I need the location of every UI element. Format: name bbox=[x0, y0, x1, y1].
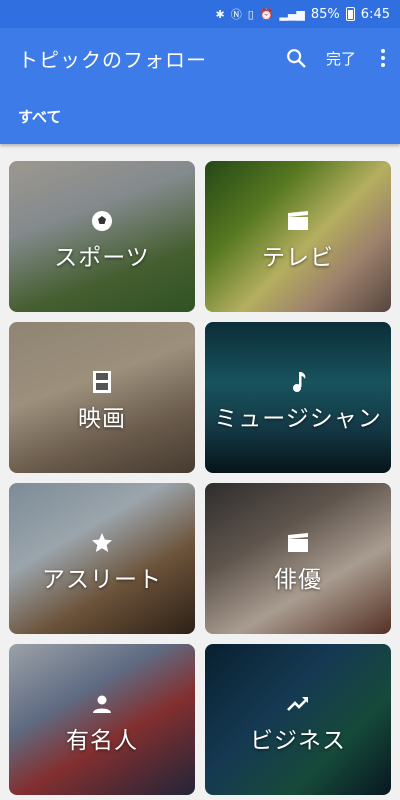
person-icon bbox=[89, 691, 115, 717]
app-actions: 完了 bbox=[276, 38, 400, 78]
alarm-icon: ⏰ bbox=[259, 7, 274, 21]
page-title: トピックのフォロー bbox=[18, 47, 207, 72]
clapperboard-icon bbox=[285, 208, 311, 234]
topic-card-movies[interactable]: 映画 bbox=[9, 322, 195, 473]
topic-card-celebrities[interactable]: 有名人 bbox=[9, 644, 195, 795]
nfc-icon: Ⓝ bbox=[230, 8, 242, 21]
topic-label: ミュージシャン bbox=[214, 405, 382, 432]
topic-card-actors[interactable]: 俳優 bbox=[205, 483, 391, 634]
topic-card-business[interactable]: ビジネス bbox=[205, 644, 391, 795]
bluetooth-icon: ✱ bbox=[215, 7, 225, 21]
star-icon bbox=[89, 530, 115, 556]
app-bar: トピックのフォロー 完了 bbox=[0, 28, 400, 88]
topic-grid: スポーツ テレビ 映画 ミュージシャン アスリート 俳優 有名人 ビジネス bbox=[9, 161, 391, 795]
trending-up-icon bbox=[285, 691, 311, 717]
search-icon[interactable] bbox=[276, 38, 316, 78]
more-vert-icon[interactable] bbox=[366, 38, 400, 78]
tab-all[interactable]: すべて bbox=[18, 106, 61, 127]
battery-icon bbox=[345, 7, 355, 21]
soccer-ball-icon bbox=[89, 208, 115, 234]
topic-card-tv[interactable]: テレビ bbox=[205, 161, 391, 312]
topic-label: スポーツ bbox=[54, 244, 150, 271]
topic-label: テレビ bbox=[262, 244, 334, 271]
topic-label: アスリート bbox=[42, 566, 162, 593]
topic-label: 有名人 bbox=[66, 727, 138, 754]
clapperboard-icon bbox=[285, 530, 311, 556]
vibrate-icon: ▯ bbox=[247, 7, 254, 21]
tab-bar: すべて bbox=[0, 88, 400, 144]
topic-card-sports[interactable]: スポーツ bbox=[9, 161, 195, 312]
status-time: 6:45 bbox=[360, 6, 390, 22]
topic-label: ビジネス bbox=[250, 727, 346, 754]
film-strip-icon bbox=[89, 369, 115, 395]
signal-icon: ▂▄▆ bbox=[279, 7, 305, 21]
done-button[interactable]: 完了 bbox=[316, 38, 366, 78]
topic-label: 映画 bbox=[78, 405, 126, 432]
battery-percent: 85% bbox=[310, 6, 340, 22]
topic-card-musicians[interactable]: ミュージシャン bbox=[205, 322, 391, 473]
topic-card-athletes[interactable]: アスリート bbox=[9, 483, 195, 634]
status-bar: ✱ Ⓝ ▯ ⏰ ▂▄▆ 85% 6:45 bbox=[0, 0, 400, 28]
topic-label: 俳優 bbox=[274, 566, 322, 593]
music-note-icon bbox=[285, 369, 311, 395]
